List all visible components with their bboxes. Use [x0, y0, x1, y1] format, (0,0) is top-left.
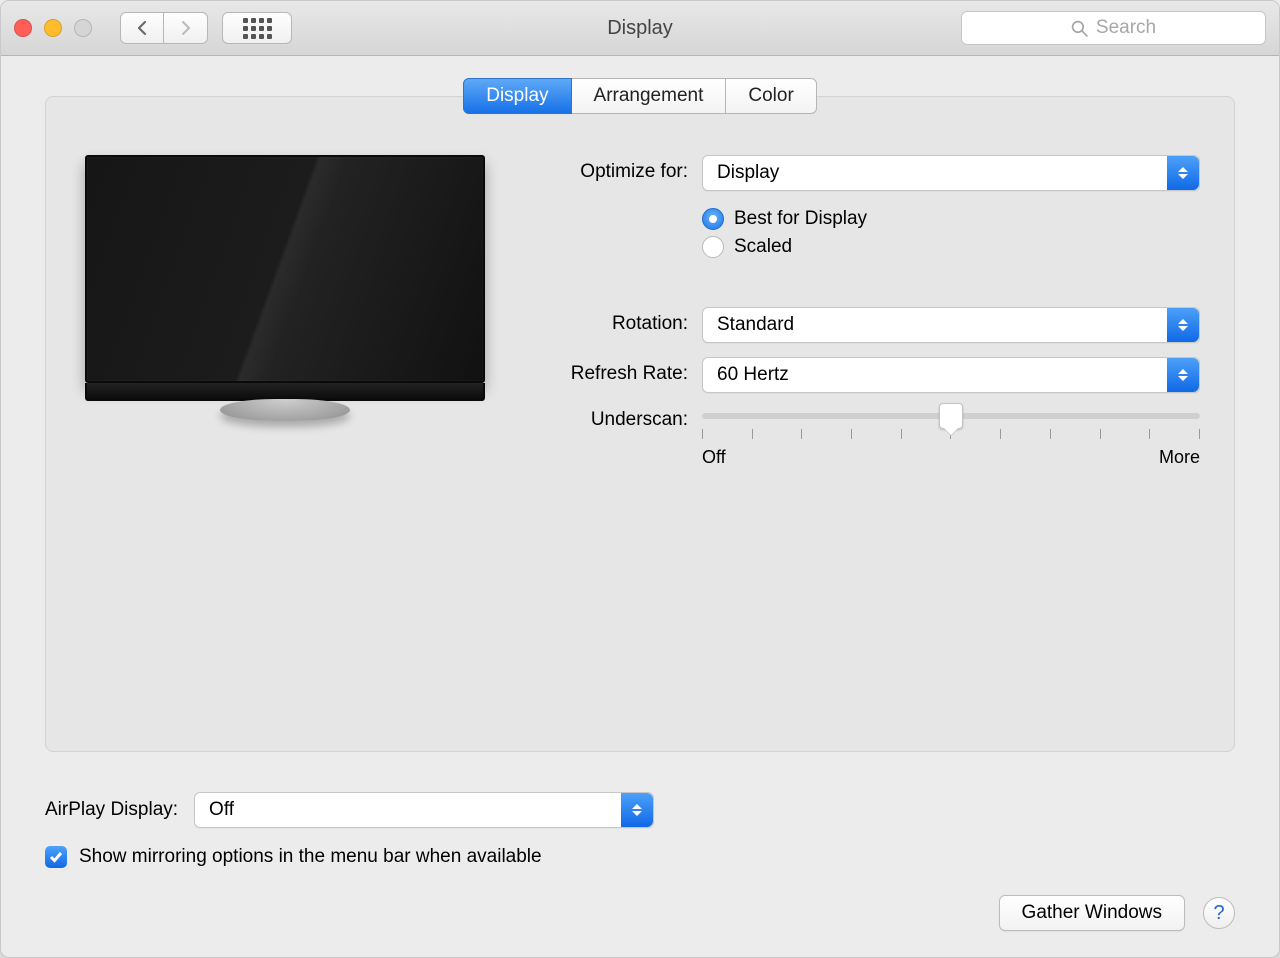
radio-scaled-label: Scaled	[734, 236, 792, 258]
underscan-label: Underscan:	[518, 407, 688, 468]
optimize-for-value: Display	[717, 162, 779, 184]
optimize-for-select[interactable]: Display	[702, 155, 1200, 191]
airplay-select[interactable]: Off	[194, 792, 654, 828]
search-input[interactable]: Search	[961, 11, 1266, 45]
tab-bar: Display Arrangement Color	[45, 78, 1235, 114]
chevron-updown-icon	[1167, 358, 1199, 392]
tab-arrangement[interactable]: Arrangement	[572, 78, 727, 114]
gather-windows-button[interactable]: Gather Windows	[999, 895, 1185, 931]
rotation-label: Rotation:	[518, 307, 688, 343]
monitor-screen-icon	[85, 155, 485, 383]
minimize-button[interactable]	[44, 19, 62, 37]
mirroring-label: Show mirroring options in the menu bar w…	[79, 846, 542, 868]
airplay-label: AirPlay Display:	[45, 799, 178, 821]
prefs-window: Display Search Display Arrangement Color…	[0, 0, 1280, 958]
underscan-max-label: More	[1159, 447, 1200, 468]
nav-group	[120, 12, 208, 44]
slider-thumb[interactable]	[939, 403, 963, 429]
display-illustration	[80, 155, 490, 713]
footer-right: Gather Windows ?	[999, 895, 1235, 931]
grid-icon	[243, 18, 272, 39]
zoom-button	[74, 19, 92, 37]
slider-track	[702, 413, 1200, 419]
forward-button[interactable]	[164, 12, 208, 44]
rotation-value: Standard	[717, 314, 794, 336]
refresh-rate-label: Refresh Rate:	[518, 357, 688, 393]
back-button[interactable]	[120, 12, 164, 44]
radio-best-for-display[interactable]	[702, 208, 724, 230]
underscan-slider[interactable]: Off More	[702, 407, 1200, 468]
bottom-area: AirPlay Display: Off Show mirroring opti…	[1, 770, 1279, 868]
titlebar: Display Search	[1, 1, 1279, 56]
show-all-button[interactable]	[222, 12, 292, 44]
settings-form: Optimize for: Display Best for Display S…	[518, 155, 1200, 713]
resolution-radios: Best for Display Scaled	[702, 205, 1200, 261]
help-button[interactable]: ?	[1203, 897, 1235, 929]
mirroring-checkbox[interactable]	[45, 846, 67, 868]
tab-display[interactable]: Display	[463, 78, 571, 114]
optimize-for-label: Optimize for:	[518, 155, 688, 191]
window-controls	[14, 19, 92, 37]
refresh-rate-value: 60 Hertz	[717, 364, 789, 386]
close-button[interactable]	[14, 19, 32, 37]
rotation-select[interactable]: Standard	[702, 307, 1200, 343]
chevron-updown-icon	[621, 793, 653, 827]
refresh-rate-select[interactable]: 60 Hertz	[702, 357, 1200, 393]
chevron-updown-icon	[1167, 308, 1199, 342]
airplay-value: Off	[209, 799, 234, 821]
content: Display Arrangement Color Optimize for: …	[1, 56, 1279, 770]
chevron-updown-icon	[1167, 156, 1199, 190]
radio-scaled[interactable]	[702, 236, 724, 258]
search-placeholder: Search	[1096, 17, 1156, 39]
tab-color[interactable]: Color	[726, 78, 816, 114]
check-icon	[49, 850, 63, 864]
search-icon	[1071, 20, 1088, 37]
underscan-min-label: Off	[702, 447, 726, 468]
settings-panel: Optimize for: Display Best for Display S…	[45, 96, 1235, 752]
radio-best-label: Best for Display	[734, 208, 867, 230]
